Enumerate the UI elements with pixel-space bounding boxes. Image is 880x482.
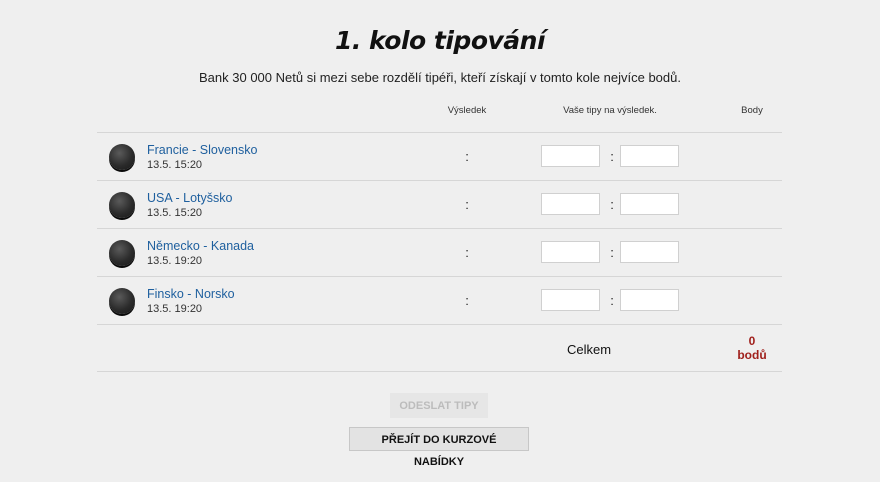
- tip-away-input[interactable]: [620, 241, 679, 263]
- total-row: Celkem 0 bodů: [97, 325, 782, 372]
- odds-offer-button[interactable]: PŘEJÍT DO KURZOVÉ NABÍDKY: [349, 427, 529, 468]
- match-time: 13.5. 15:20: [147, 159, 203, 171]
- match-row: Finsko - Norsko 13.5. 19:20 : :: [97, 277, 782, 325]
- total-label: Celkem: [567, 342, 612, 357]
- match-link[interactable]: Finsko - Norsko: [147, 287, 235, 301]
- match-link[interactable]: USA - Lotyšsko: [147, 191, 232, 205]
- total-points-value: 0: [748, 334, 756, 348]
- hockey-puck-icon: [109, 288, 135, 314]
- tip-home-input[interactable]: [541, 145, 600, 167]
- tips-table: Výsledek Vaše tipy na výsledek. Body Fra…: [97, 95, 782, 372]
- match-time: 13.5. 19:20: [147, 255, 203, 267]
- match-link[interactable]: Francie - Slovensko: [147, 143, 257, 157]
- match-result: :: [465, 293, 469, 308]
- total-points-unit: bodů: [737, 348, 767, 362]
- total-points: 0 bodů: [723, 334, 781, 362]
- hockey-puck-icon: [109, 240, 135, 266]
- tip-separator: :: [610, 293, 614, 308]
- header-tips: Vaše tipy na výsledek.: [563, 105, 657, 116]
- match-time: 13.5. 19:20: [147, 303, 203, 315]
- tip-home-input[interactable]: [541, 289, 600, 311]
- tip-away-input[interactable]: [620, 289, 679, 311]
- match-result: :: [465, 245, 469, 260]
- match-result: :: [465, 149, 469, 164]
- match-time: 13.5. 15:20: [147, 207, 203, 219]
- match-row: USA - Lotyšsko 13.5. 15:20 : :: [97, 181, 782, 229]
- tip-home-input[interactable]: [541, 193, 600, 215]
- page: 1. kolo tipování Bank 30 000 Netů si mez…: [0, 0, 880, 482]
- match-result: :: [465, 197, 469, 212]
- hockey-puck-icon: [109, 192, 135, 218]
- submit-tips-button[interactable]: ODESLAT TIPY: [390, 393, 488, 418]
- tip-separator: :: [610, 245, 614, 260]
- tip-separator: :: [610, 149, 614, 164]
- table-header: Výsledek Vaše tipy na výsledek. Body: [97, 95, 782, 133]
- tip-away-input[interactable]: [620, 145, 679, 167]
- match-row: Francie - Slovensko 13.5. 15:20 : :: [97, 133, 782, 181]
- header-result: Výsledek: [447, 105, 487, 116]
- match-link[interactable]: Německo - Kanada: [147, 239, 254, 253]
- hockey-puck-icon: [109, 144, 135, 170]
- tip-away-input[interactable]: [620, 193, 679, 215]
- page-title: 1. kolo tipování: [334, 26, 546, 55]
- tip-separator: :: [610, 197, 614, 212]
- page-subtitle: Bank 30 000 Netů si mezi sebe rozdělí ti…: [199, 70, 681, 85]
- header-points: Body: [741, 105, 763, 116]
- match-row: Německo - Kanada 13.5. 19:20 : :: [97, 229, 782, 277]
- tip-home-input[interactable]: [541, 241, 600, 263]
